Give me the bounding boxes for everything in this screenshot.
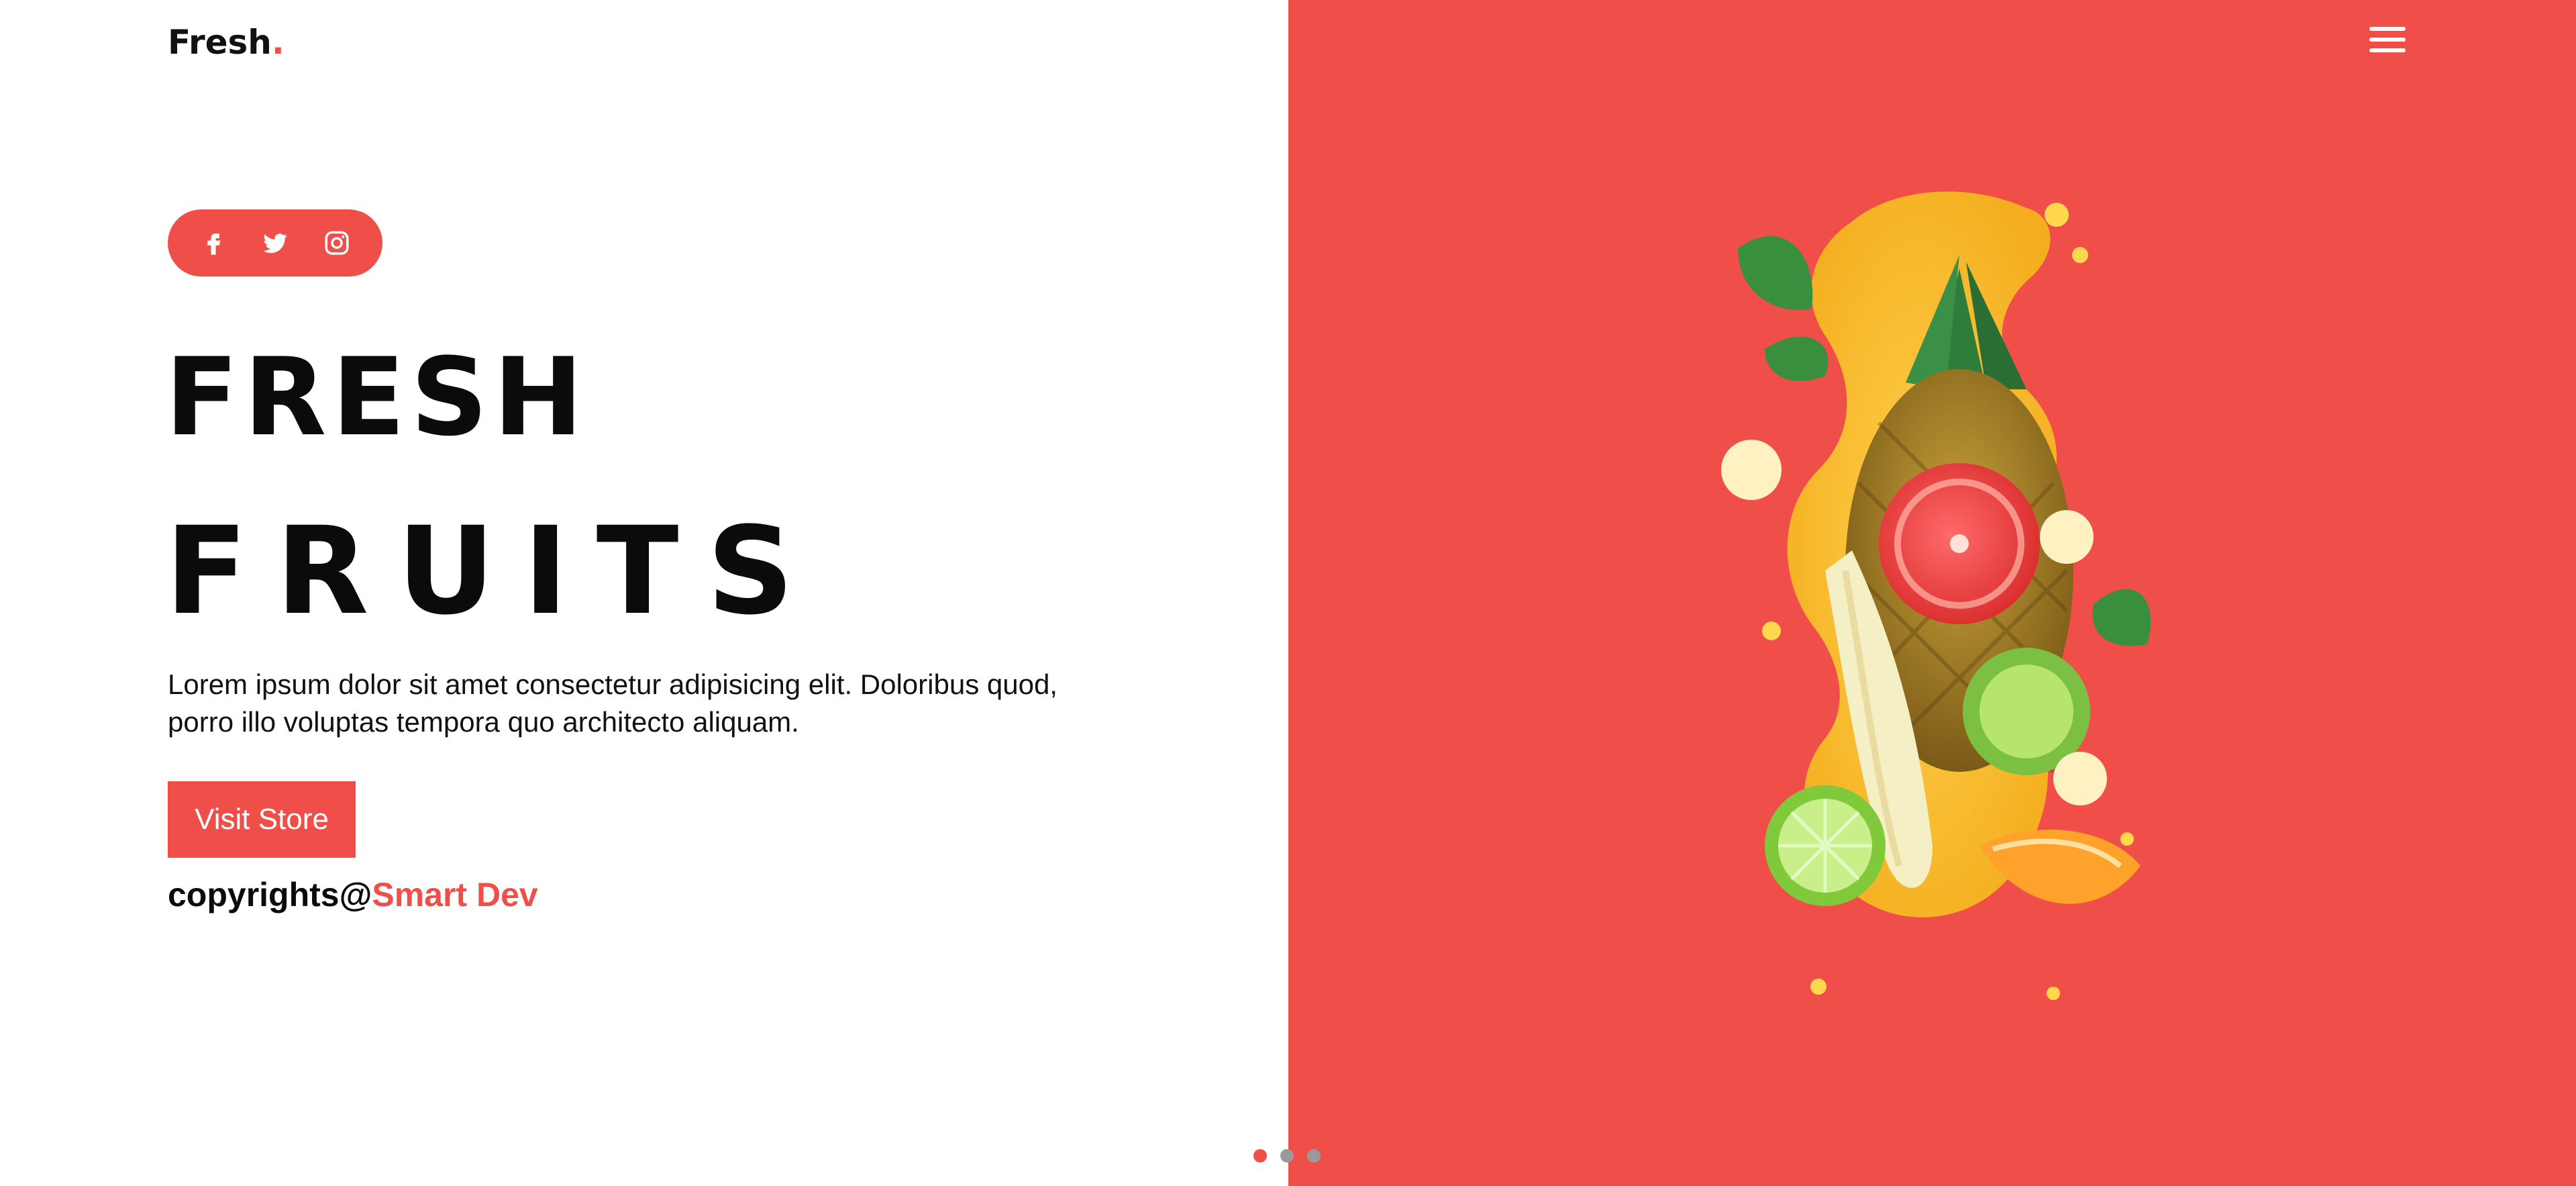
instagram-icon[interactable] xyxy=(321,227,353,259)
hero-title-line-2: FRUITS xyxy=(165,501,823,642)
hero-description: Lorem ipsum dolor sit amet consectetur a… xyxy=(168,669,1058,738)
menu-line xyxy=(2369,48,2406,52)
logo-text: Fresh xyxy=(168,23,272,62)
pagination-dot-1[interactable] xyxy=(1253,1149,1267,1163)
logo-dot: . xyxy=(271,23,285,62)
facebook-icon[interactable] xyxy=(197,227,229,259)
landing-page: Fresh. FRESH FRUITS Lorem ipsum dolor si… xyxy=(0,0,2576,1186)
pagination-dot-3[interactable] xyxy=(1307,1149,1321,1163)
copyright-text: copyrights@Smart Dev xyxy=(168,875,538,914)
copyright-prefix: copyrights@ xyxy=(168,876,372,913)
social-links xyxy=(168,209,382,277)
logo[interactable]: Fresh. xyxy=(168,23,285,62)
pagination-dot-2[interactable] xyxy=(1280,1149,1294,1163)
copyright-brand-link[interactable]: Smart Dev xyxy=(372,876,537,913)
visit-store-button[interactable]: Visit Store xyxy=(168,781,356,858)
fruit-splash-illustration xyxy=(1721,191,2151,1000)
menu-line xyxy=(2369,38,2406,42)
left-panel: Fresh. FRESH FRUITS Lorem ipsum dolor si… xyxy=(0,0,1288,1186)
twitter-icon[interactable] xyxy=(259,227,291,259)
hero-title-line-1: FRESH xyxy=(165,334,588,460)
menu-line xyxy=(2369,27,2406,31)
pagination-dots xyxy=(1253,1149,1321,1163)
hamburger-menu-icon[interactable] xyxy=(2369,27,2406,58)
